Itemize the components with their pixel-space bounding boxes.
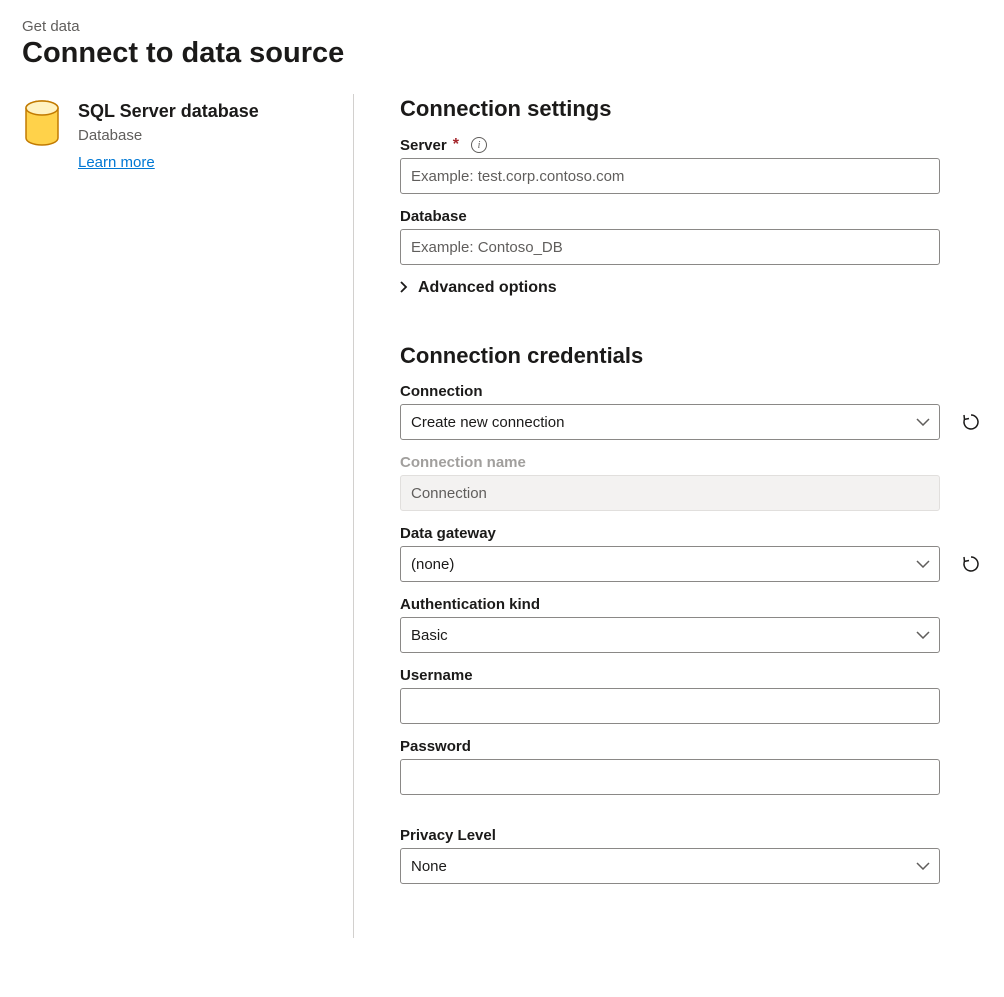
connection-settings-heading: Connection settings [400, 96, 982, 122]
privacy-level-value: None [411, 858, 447, 875]
connection-select-value: Create new connection [411, 414, 564, 431]
connector-title: SQL Server database [78, 100, 259, 123]
info-icon[interactable]: i [471, 137, 487, 153]
connector-category: Database [78, 127, 259, 144]
privacy-level-select[interactable]: None [400, 848, 940, 884]
data-gateway-label: Data gateway [400, 525, 496, 542]
username-label: Username [400, 667, 473, 684]
refresh-icon [961, 412, 981, 432]
refresh-connection-button[interactable] [960, 411, 982, 433]
authentication-kind-label: Authentication kind [400, 596, 540, 613]
connection-credentials-heading: Connection credentials [400, 343, 982, 369]
connection-select[interactable]: Create new connection [400, 404, 940, 440]
breadcrumb: Get data [22, 18, 982, 35]
username-input[interactable] [400, 688, 940, 724]
privacy-level-label: Privacy Level [400, 827, 496, 844]
data-gateway-select-value: (none) [411, 556, 454, 573]
database-input[interactable] [400, 229, 940, 265]
learn-more-link[interactable]: Learn more [78, 154, 155, 171]
database-label: Database [400, 208, 467, 225]
chevron-right-icon [400, 280, 408, 296]
refresh-icon [961, 554, 981, 574]
page-title: Connect to data source [22, 37, 982, 70]
server-input[interactable] [400, 158, 940, 194]
connection-name-input [400, 475, 940, 511]
advanced-options-toggle[interactable]: Advanced options [400, 279, 982, 297]
database-icon [22, 100, 62, 172]
connector-sidebar: SQL Server database Database Learn more [22, 94, 353, 938]
advanced-options-label: Advanced options [418, 279, 557, 297]
data-gateway-select[interactable]: (none) [400, 546, 940, 582]
required-indicator: * [453, 136, 459, 154]
password-label: Password [400, 738, 471, 755]
server-label: Server [400, 137, 447, 154]
connection-label: Connection [400, 383, 483, 400]
authentication-kind-select[interactable]: Basic [400, 617, 940, 653]
authentication-kind-value: Basic [411, 627, 448, 644]
refresh-gateway-button[interactable] [960, 553, 982, 575]
form-area: Connection settings Server * i Database [353, 94, 982, 938]
password-input[interactable] [400, 759, 940, 795]
connection-name-label: Connection name [400, 454, 526, 471]
